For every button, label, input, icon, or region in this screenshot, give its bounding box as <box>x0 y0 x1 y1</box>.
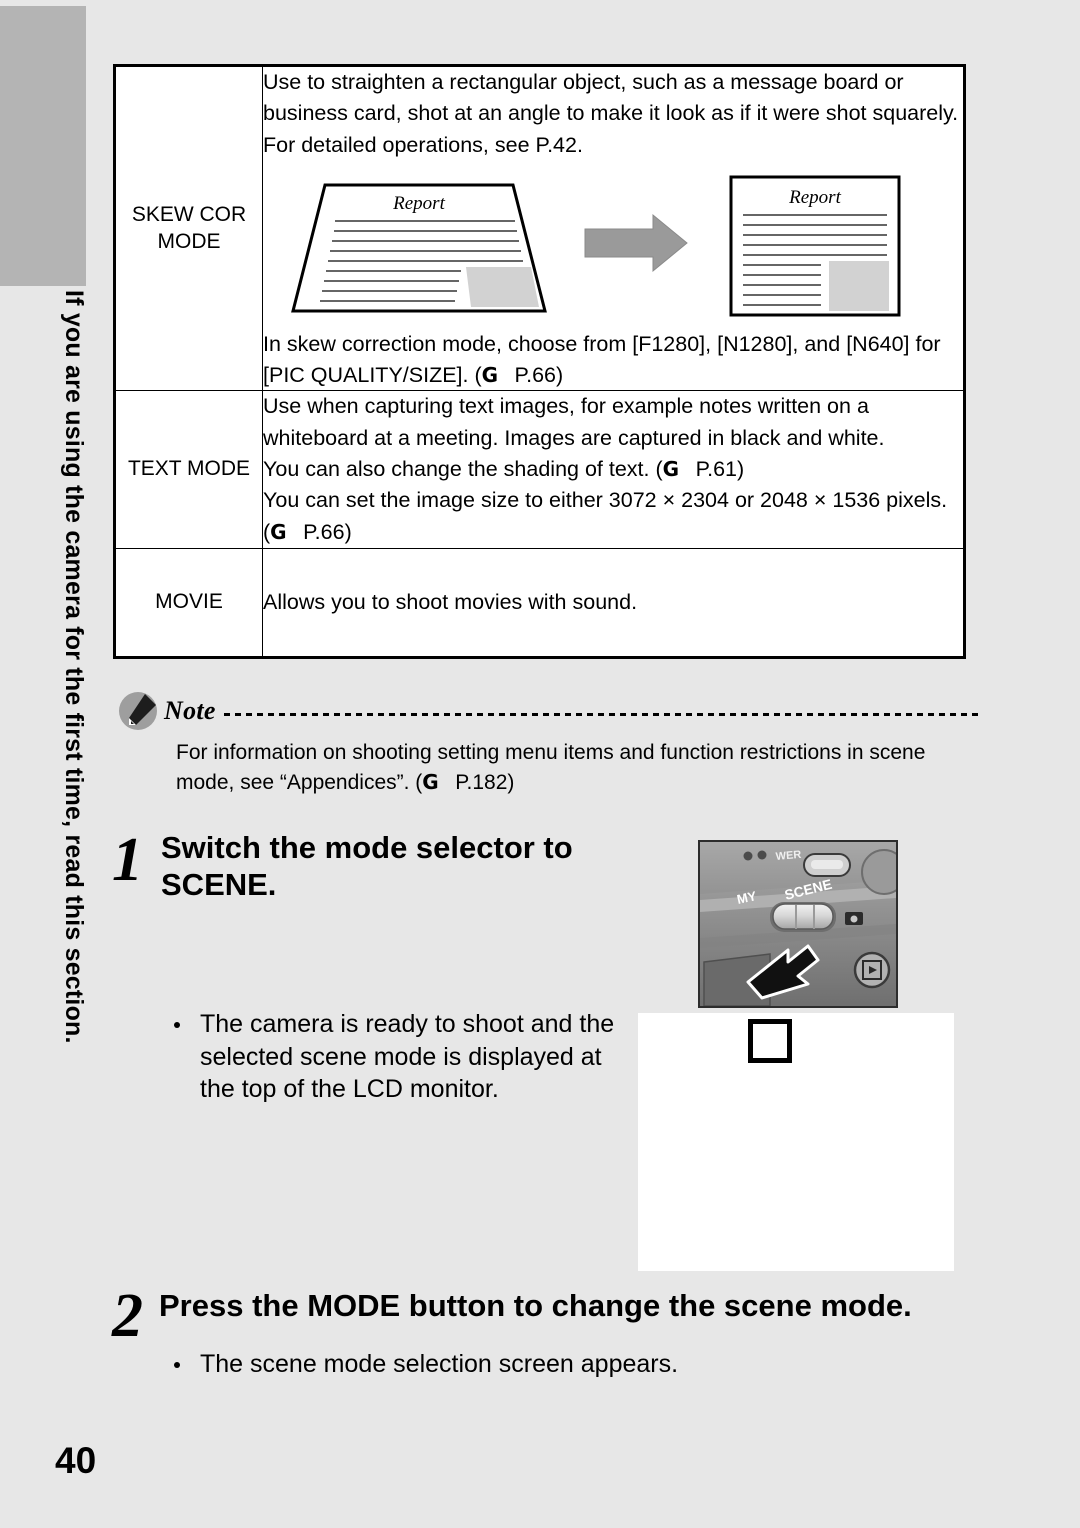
list-item: The camera is ready to shoot and the sel… <box>160 1008 630 1106</box>
note-body: For information on shooting setting menu… <box>176 738 980 798</box>
manual-page: If you are using the camera for the firs… <box>0 0 1080 1528</box>
step-2-bullets: The scene mode selection screen appears. <box>160 1348 960 1381</box>
step-2-number: 2 <box>112 1282 143 1350</box>
note-pencil-icon <box>118 691 158 731</box>
step-1-number: 1 <box>112 826 143 894</box>
scene-mode-table: SKEW COR MODE Use to straighten a rectan… <box>113 64 966 660</box>
reference-arrow-icon: G <box>481 362 499 387</box>
skew-correction-illustration: Report Report <box>263 171 963 321</box>
chapter-tab-marker <box>0 6 86 286</box>
mode-shading-note: You can also change the shading of text.… <box>263 454 963 485</box>
reference-suffix: ) <box>737 456 745 481</box>
table-row: SKEW COR MODE Use to straighten a rectan… <box>115 65 964 392</box>
table-row: MOVIE Allows you to shoot movies with so… <box>115 548 964 658</box>
reference-suffix: ) <box>556 362 564 387</box>
mode-size-note: In skew correction mode, choose from [F1… <box>263 329 963 390</box>
mode-label-line1: MOVIE <box>155 590 223 614</box>
mode-shading-note-text: You can also change the shading of text.… <box>263 456 663 481</box>
mode-imagesize-note: You can set the image size to either 307… <box>263 485 963 548</box>
reference-page: P.61 <box>695 456 738 481</box>
reference-arrow-icon: G <box>422 769 440 794</box>
mode-description-paragraph: Allows you to shoot movies with sound. <box>263 589 638 614</box>
mode-label-line2: MODE <box>157 229 221 253</box>
mode-description-cell-text: Use when capturing text images, for exam… <box>262 390 964 550</box>
step-2: 2 Press the MODE button to change the sc… <box>112 1282 992 1350</box>
step-1: 1 Switch the mode selector to SCENE. <box>112 826 692 903</box>
step-1-title: Switch the mode selector to SCENE. <box>161 830 573 902</box>
mode-label-line1: TEXT MODE <box>127 457 251 481</box>
mode-description-paragraph: Use when capturing text images, for exam… <box>263 394 885 450</box>
mode-description-paragraph: Use to straighten a rectangular object, … <box>263 70 959 157</box>
mode-name-cell-movie: MOVIE <box>115 548 263 658</box>
note-header: Note <box>118 690 980 732</box>
step-1-bullets: The camera is ready to shoot and the sel… <box>160 1008 630 1106</box>
reference-arrow-icon: G <box>662 456 680 481</box>
mode-name-cell-skew: SKEW COR MODE <box>115 65 263 392</box>
reference-suffix: ) <box>507 770 515 794</box>
mode-size-note-text: In skew correction mode, choose from [F1… <box>263 332 941 387</box>
reference-suffix: ) <box>344 519 352 544</box>
svg-text:Report: Report <box>392 193 445 214</box>
svg-text:WER: WER <box>775 849 802 863</box>
lcd-mode-indicator-box <box>748 1019 792 1063</box>
note-body-text: For information on shooting setting menu… <box>176 741 926 794</box>
reference-page: P.182 <box>455 770 508 794</box>
mode-description-cell-skew: Use to straighten a rectangular object, … <box>262 65 964 392</box>
camera-mode-selector-photo: WER MY SCENE <box>698 840 898 1008</box>
table-row: TEXT MODE Use when capturing text images… <box>115 390 964 550</box>
reference-page: P.66 <box>303 519 345 544</box>
page-number: 40 <box>55 1440 97 1481</box>
mode-label-line1: SKEW COR <box>131 202 247 226</box>
reference-page: P.66 <box>514 362 557 387</box>
mode-imagesize-note-text: You can set the image size to either 307… <box>263 488 948 544</box>
chapter-side-rail: If you are using the camera for the firs… <box>38 290 100 1190</box>
reference-arrow-icon: G <box>270 519 288 544</box>
step-2-title: Press the MODE button to change the scen… <box>159 1288 912 1323</box>
note-block: Note For information on shooting setting… <box>118 690 980 798</box>
mode-description-cell-movie: Allows you to shoot movies with sound. <box>262 548 964 658</box>
mode-name-cell-text: TEXT MODE <box>115 390 263 550</box>
list-item: The scene mode selection screen appears. <box>160 1348 960 1381</box>
svg-text:Report: Report <box>788 187 841 208</box>
chapter-side-rail-label: If you are using the camera for the firs… <box>60 290 88 1044</box>
note-heading: Note <box>164 696 216 725</box>
lcd-monitor-screenshot <box>638 1013 954 1271</box>
note-divider <box>223 712 980 716</box>
